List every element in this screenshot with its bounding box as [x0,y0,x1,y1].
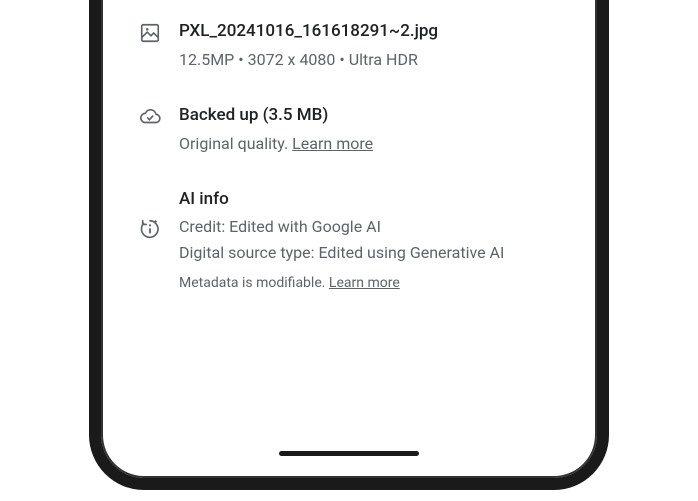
ai-title: AI info [179,188,559,212]
ai-credit: Credit: Edited with Google AI [179,215,559,239]
phone-side-button-left [97,0,101,30]
cloud-done-icon [139,106,161,128]
ai-update-icon [139,218,161,240]
phone-frame: PXL_20241016_161618291~2.jpg 12.5MP • 30… [89,0,609,430]
backup-subtitle: Original quality. Learn more [179,132,559,156]
ai-source: Digital source type: Edited using Genera… [179,241,559,265]
ai-info-row: AI info Credit: Edited with Google AI Di… [139,188,559,295]
image-icon [139,22,161,44]
backup-quality: Original quality. [179,134,292,153]
phone-bezel: PXL_20241016_161618291~2.jpg 12.5MP • 30… [89,0,609,490]
file-name: PXL_20241016_161618291~2.jpg [179,20,559,44]
details-panel: PXL_20241016_161618291~2.jpg 12.5MP • 30… [115,0,583,428]
home-indicator[interactable] [279,451,419,456]
ai-metadata: Metadata is modifiable. Learn more [179,273,559,294]
ai-learn-more-link[interactable]: Learn more [329,275,400,291]
file-info-row: PXL_20241016_161618291~2.jpg 12.5MP • 30… [139,20,559,72]
backup-learn-more-link[interactable]: Learn more [292,134,373,153]
phone-side-button-right [597,0,601,40]
backup-info-row: Backed up (3.5 MB) Original quality. Lea… [139,104,559,156]
ai-metadata-text: Metadata is modifiable. [179,275,329,291]
backup-title: Backed up (3.5 MB) [179,104,559,128]
file-details: 12.5MP • 3072 x 4080 • Ultra HDR [179,48,559,72]
